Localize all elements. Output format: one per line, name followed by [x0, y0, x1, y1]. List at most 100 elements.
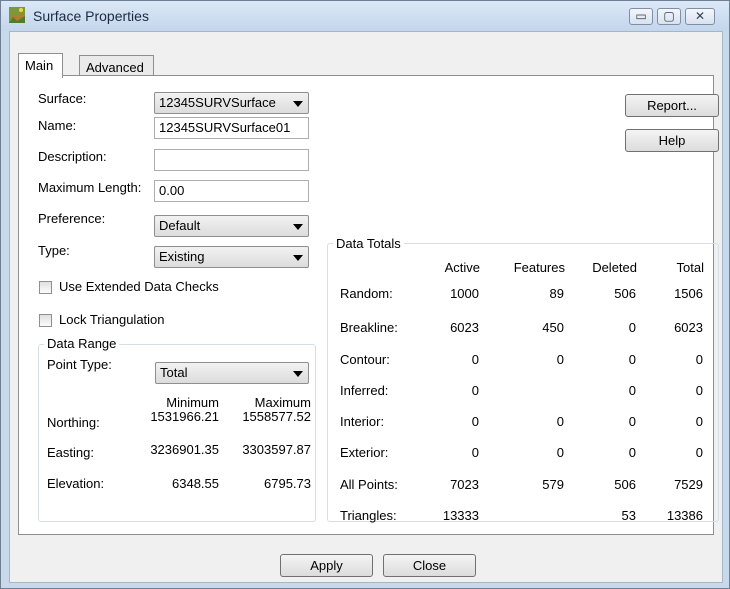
northing-label: Northing: — [47, 415, 100, 430]
window-title: Surface Properties — [33, 8, 149, 24]
chevron-down-icon — [293, 255, 303, 261]
active-header: Active — [444, 260, 480, 275]
name-field[interactable]: 12345SURVSurface01 — [154, 117, 309, 139]
totals-exterior-features: 0 — [556, 445, 564, 460]
close-button[interactable]: Close — [383, 554, 476, 577]
totals-breakline-total: 6023 — [674, 320, 703, 335]
tab-main-label: Main — [25, 58, 54, 73]
lock-triangulation-label: Lock Triangulation — [59, 312, 165, 327]
close-window-button[interactable]: ✕ — [685, 8, 715, 25]
point-type-dropdown[interactable]: Total — [155, 362, 309, 384]
totals-all-points-active: 7023 — [450, 477, 479, 492]
totals-triangles-deleted: 53 — [621, 508, 636, 523]
chevron-down-icon — [293, 101, 303, 107]
easting-label: Easting: — [47, 445, 94, 460]
surface-value: 12345SURVSurface — [159, 95, 276, 110]
totals-interior-total: 0 — [695, 414, 703, 429]
description-label: Description: — [38, 149, 107, 164]
preference-label: Preference: — [38, 211, 106, 226]
totals-row-label-contour: Contour: — [340, 352, 390, 367]
type-dropdown[interactable]: Existing — [154, 246, 309, 268]
maximize-button[interactable]: ▢ — [657, 8, 681, 25]
total-header: Total — [676, 260, 704, 275]
extended-data-checks-checkbox[interactable] — [39, 281, 52, 294]
totals-breakline-deleted: 0 — [628, 320, 636, 335]
totals-breakline-active: 6023 — [450, 320, 479, 335]
type-label: Type: — [38, 243, 70, 258]
main-tab-panel: Surface: 12345SURVSurface Name: 12345SUR… — [18, 75, 719, 535]
totals-interior-active: 0 — [471, 414, 479, 429]
data-range-legend: Data Range — [44, 336, 120, 351]
totals-interior-deleted: 0 — [628, 414, 636, 429]
dialog-client-area: Main Advanced Surface: 12345SURVSurface … — [9, 31, 723, 583]
totals-all-points-total: 7529 — [674, 477, 703, 492]
northing-minimum: 1531966.21 — [150, 409, 219, 424]
tab-advanced[interactable]: Advanced — [79, 55, 154, 77]
preference-value: Default — [159, 218, 201, 233]
apply-button[interactable]: Apply — [280, 554, 373, 577]
data-range-group: Data Range Point Type: Total Minimum Max… — [38, 336, 316, 522]
totals-triangles-total: 13386 — [666, 508, 703, 523]
totals-row-label-interior: Interior: — [340, 414, 385, 429]
surface-label: Surface: — [38, 91, 87, 106]
minimum-header: Minimum — [166, 395, 219, 410]
close-icon: ✕ — [694, 9, 706, 23]
maximum-length-field[interactable]: 0.00 — [154, 180, 309, 202]
totals-all-points-deleted: 506 — [614, 477, 636, 492]
maximum-header: Maximum — [254, 395, 311, 410]
totals-inferred-active: 0 — [471, 383, 479, 398]
help-button[interactable]: Help — [625, 129, 719, 152]
elevation-label: Elevation: — [47, 476, 105, 491]
totals-inferred-deleted: 0 — [628, 383, 636, 398]
data-totals-legend: Data Totals — [333, 236, 404, 251]
extended-data-checks-label: Use Extended Data Checks — [59, 279, 219, 294]
minimize-icon: ▭ — [635, 9, 647, 23]
tab-advanced-label: Advanced — [86, 60, 144, 75]
point-type-label: Point Type: — [47, 357, 112, 372]
chevron-down-icon — [293, 371, 303, 377]
totals-row-label-random: Random: — [340, 286, 393, 301]
tab-main[interactable]: Main — [18, 53, 63, 78]
deleted-header: Deleted — [592, 260, 637, 275]
totals-all-points-features: 579 — [542, 477, 564, 492]
minimize-button[interactable]: ▭ — [629, 8, 653, 25]
surface-properties-window: Surface Properties ▭ ▢ ✕ Main Advanced S… — [0, 0, 730, 589]
totals-exterior-total: 0 — [695, 445, 703, 460]
totals-contour-total: 0 — [695, 352, 703, 367]
description-field[interactable] — [154, 149, 309, 171]
northing-maximum: 1558577.52 — [242, 409, 311, 424]
totals-contour-deleted: 0 — [628, 352, 636, 367]
chevron-down-icon — [293, 224, 303, 230]
elevation-maximum: 6795.73 — [264, 476, 311, 491]
totals-exterior-deleted: 0 — [628, 445, 636, 460]
totals-row-label-triangles: Triangles: — [340, 508, 397, 523]
totals-row-label-breakline: Breakline: — [340, 320, 398, 335]
totals-row-label-exterior: Exterior: — [340, 445, 389, 460]
surface-dropdown[interactable]: 12345SURVSurface — [154, 92, 309, 114]
type-value: Existing — [159, 249, 205, 264]
point-type-value: Total — [160, 365, 188, 380]
totals-row-label-inferred: Inferred: — [340, 383, 389, 398]
totals-exterior-active: 0 — [471, 445, 479, 460]
totals-breakline-features: 450 — [542, 320, 564, 335]
easting-maximum: 3303597.87 — [242, 442, 311, 457]
totals-row-label-all-points: All Points: — [340, 477, 398, 492]
totals-contour-features: 0 — [556, 352, 564, 367]
app-icon — [9, 7, 25, 23]
preference-dropdown[interactable]: Default — [154, 215, 309, 237]
totals-random-active: 1000 — [450, 286, 479, 301]
totals-inferred-total: 0 — [695, 383, 703, 398]
maximize-icon: ▢ — [663, 9, 675, 23]
totals-triangles-active: 13333 — [442, 508, 479, 523]
report-button[interactable]: Report... — [625, 94, 719, 117]
lock-triangulation-checkbox[interactable] — [39, 314, 52, 327]
features-header: Features — [513, 260, 565, 275]
easting-minimum: 3236901.35 — [150, 442, 219, 457]
totals-random-total: 1506 — [674, 286, 703, 301]
title-bar[interactable]: Surface Properties ▭ ▢ ✕ — [1, 1, 729, 31]
maximum-length-label: Maximum Length: — [38, 180, 142, 195]
name-label: Name: — [38, 118, 77, 133]
totals-interior-features: 0 — [556, 414, 564, 429]
totals-contour-active: 0 — [471, 352, 479, 367]
totals-random-deleted: 506 — [614, 286, 636, 301]
